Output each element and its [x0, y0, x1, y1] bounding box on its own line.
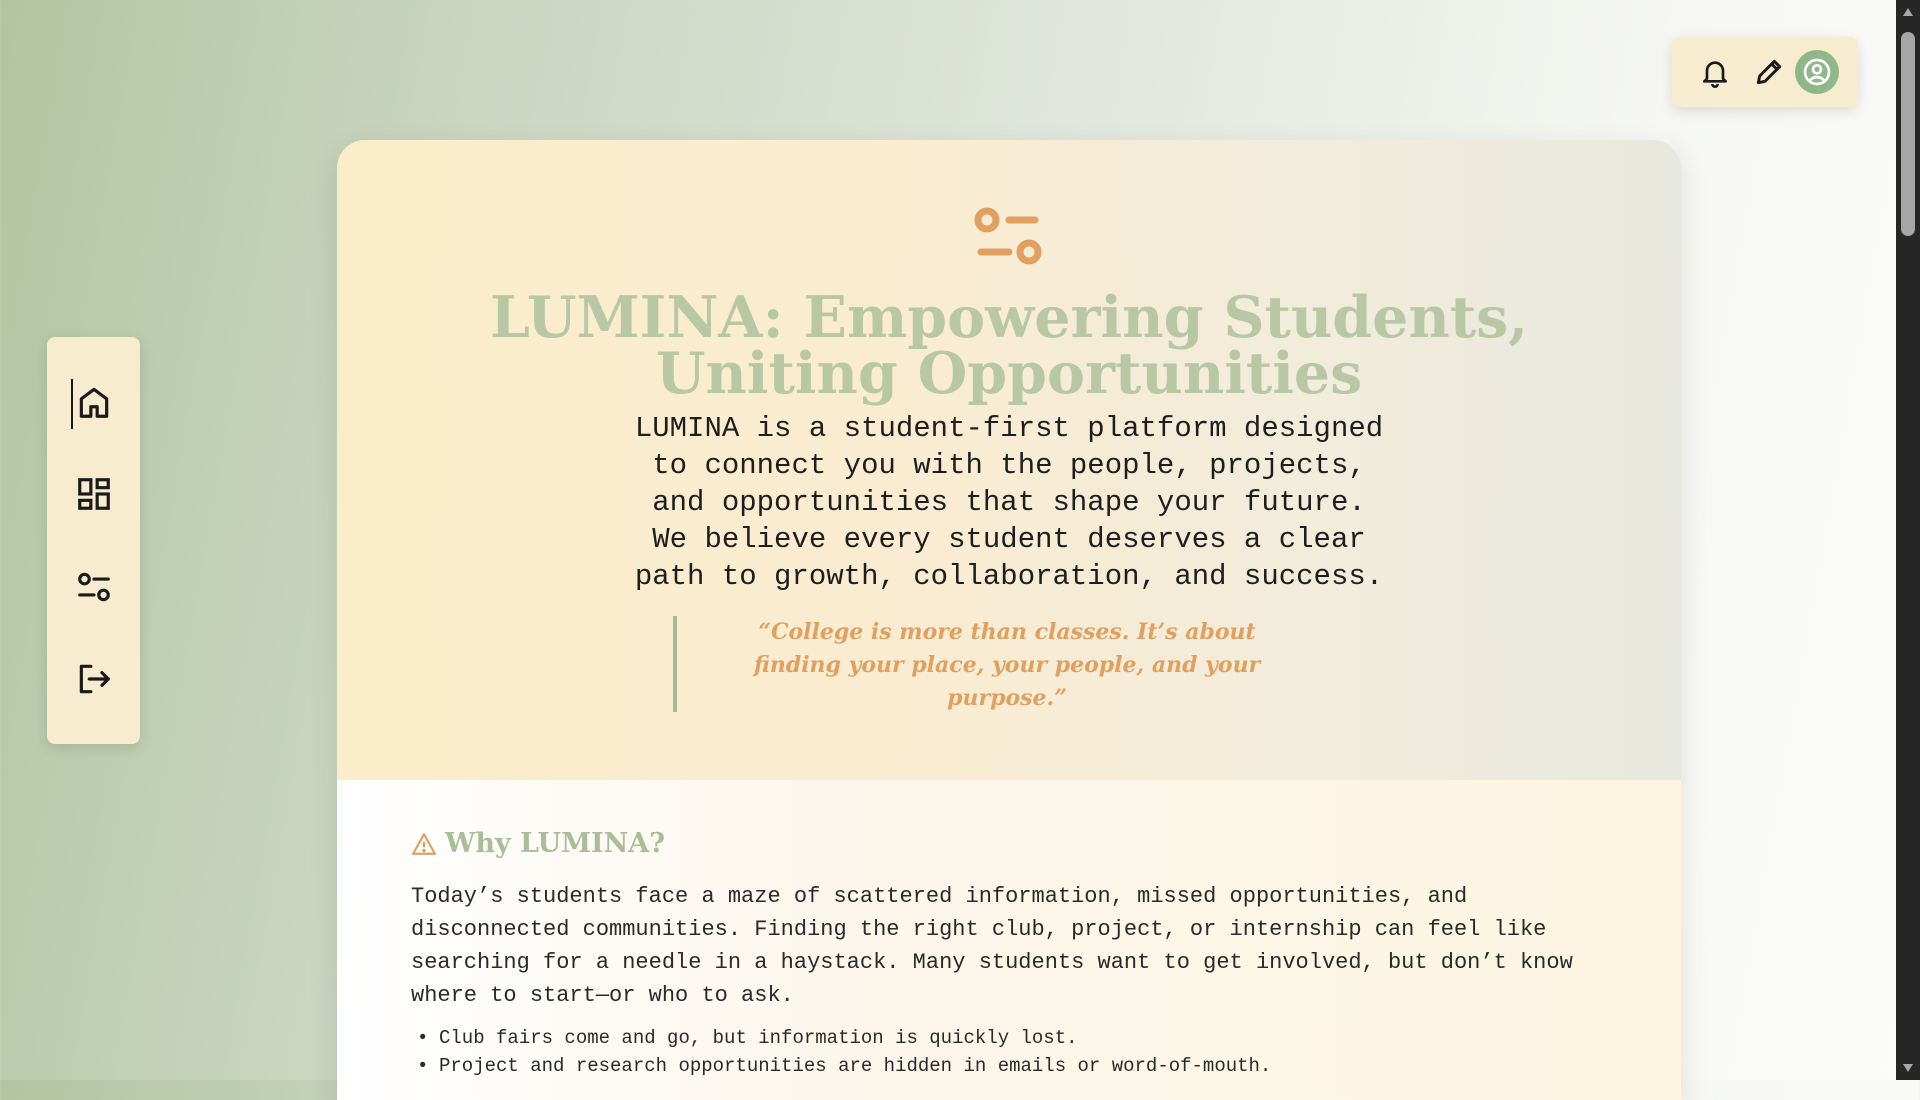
edit-button[interactable] [1747, 50, 1791, 94]
warning-icon [412, 832, 436, 855]
why-section: Why LUMINA? Today’s students face a maze… [337, 780, 1681, 1100]
sliders-icon [77, 572, 110, 602]
arrow-up-icon [1903, 8, 1913, 16]
quote-line: purpose.” [947, 685, 1067, 711]
hero-description-line: We believe every student deserves a clea… [652, 523, 1366, 556]
why-paragraph: Today’s students face a maze of scattere… [411, 880, 1611, 1012]
paragraph-line: Today’s students face a maze of scattere… [411, 884, 1468, 909]
notifications-button[interactable] [1693, 50, 1737, 94]
list-item: Club fairs come and go, but information … [411, 1024, 1611, 1052]
dashboard-icon [77, 478, 110, 510]
sidebar-nav [47, 337, 140, 744]
sidebar-item-dashboard[interactable] [47, 459, 140, 529]
main-card: LUMINA: Empowering Students, Uniting Opp… [337, 140, 1681, 1100]
hero-description-line: LUMINA is a student-first platform desig… [634, 412, 1384, 445]
home-icon [79, 387, 108, 418]
bell-icon [1703, 61, 1727, 88]
hero-description: LUMINA is a student-first platform desig… [599, 410, 1419, 595]
top-toolbar [1672, 37, 1858, 107]
paragraph-line: where to start—or who to ask. [411, 983, 794, 1008]
page-title-line: Uniting Opportunities [655, 340, 1363, 407]
arrow-down-icon [1903, 1064, 1913, 1072]
hero-section: LUMINA: Empowering Students, Uniting Opp… [337, 140, 1681, 780]
quote-text: “College is more than classes. It’s abou… [717, 616, 1297, 715]
sidebar-item-home[interactable] [47, 367, 140, 437]
hero-description-line: path to growth, collaboration, and succe… [634, 560, 1384, 593]
paragraph-line: searching for a needle in a haystack. Ma… [411, 950, 1573, 975]
list-item: Project and research opportunities are h… [411, 1052, 1611, 1080]
hero-description-line: to connect you with the people, projects… [652, 449, 1366, 482]
quote-line: finding your place, your people, and you… [753, 652, 1261, 678]
sliders-icon [974, 207, 1042, 265]
paragraph-line: disconnected communities. Finding the ri… [411, 917, 1547, 942]
sidebar-item-logout[interactable] [47, 644, 140, 714]
hero-quote: “College is more than classes. It’s abou… [673, 616, 1297, 712]
sidebar-item-opportunities[interactable] [47, 552, 140, 622]
section-heading: Why LUMINA? [411, 828, 665, 859]
scroll-thumb[interactable] [1901, 32, 1915, 236]
user-circle-icon [1803, 58, 1831, 86]
scroll-down-button[interactable] [1896, 1058, 1920, 1078]
avatar [1795, 50, 1839, 94]
page-title: LUMINA: Empowering Students, Uniting Opp… [337, 289, 1681, 402]
vertical-scrollbar[interactable] [1896, 0, 1920, 1080]
profile-button[interactable] [1795, 50, 1839, 94]
scroll-up-button[interactable] [1896, 2, 1920, 22]
pencil-icon [1756, 59, 1782, 85]
section-heading-text: Why LUMINA? [445, 828, 666, 859]
quote-line: “College is more than classes. It’s abou… [758, 619, 1256, 645]
logout-icon [79, 664, 110, 694]
why-bullet-list: Club fairs come and go, but information … [411, 1024, 1611, 1080]
hero-description-line: and opportunities that shape your future… [652, 486, 1366, 519]
